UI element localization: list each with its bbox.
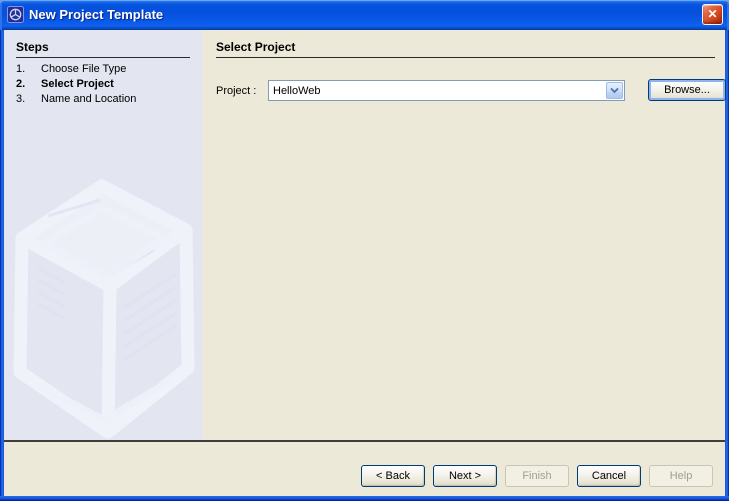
step-name-and-location: 3. Name and Location	[16, 93, 137, 105]
new-project-template-dialog: New Project Template ✕ Steps 1. Choose F…	[0, 0, 729, 501]
titlebar[interactable]: New Project Template ✕	[0, 0, 729, 30]
next-button[interactable]: Next >	[433, 465, 497, 487]
project-combobox[interactable]	[268, 80, 625, 101]
close-button[interactable]: ✕	[702, 3, 723, 25]
project-combobox-dropdown-button[interactable]	[606, 82, 623, 99]
select-project-panel: Select Project Project : Browse...	[203, 30, 726, 440]
project-field-row: Project : Browse...	[216, 79, 726, 103]
finish-button: Finish	[505, 465, 569, 487]
window-title: New Project Template	[29, 6, 164, 22]
footer-button-bar: < Back Next > Finish Cancel Help	[4, 442, 725, 496]
chevron-down-icon	[610, 87, 619, 93]
cube-watermark-image	[13, 179, 195, 439]
back-button[interactable]: < Back	[361, 465, 425, 487]
step-choose-file-type: 1. Choose File Type	[16, 63, 127, 75]
dialog-content: Steps 1. Choose File Type 2. Select Proj…	[4, 30, 726, 496]
project-label: Project :	[216, 85, 257, 97]
step-select-project: 2. Select Project	[16, 78, 114, 90]
steps-list: 1. Choose File Type 2. Select Project 3.…	[4, 62, 203, 107]
close-icon: ✕	[707, 6, 718, 21]
steps-header-rule	[16, 57, 190, 58]
window-border-bottom	[0, 496, 729, 501]
steps-panel: Steps 1. Choose File Type 2. Select Proj…	[4, 30, 203, 440]
steps-header: Steps	[16, 40, 49, 54]
project-combobox-input[interactable]	[269, 81, 605, 100]
cancel-button[interactable]: Cancel	[577, 465, 641, 487]
netbeans-cube-icon	[7, 5, 24, 23]
help-button: Help	[649, 465, 713, 487]
window-border-right	[725, 30, 729, 501]
browse-button[interactable]: Browse...	[648, 79, 726, 101]
select-project-header: Select Project	[216, 40, 296, 54]
select-project-header-rule	[216, 57, 715, 58]
